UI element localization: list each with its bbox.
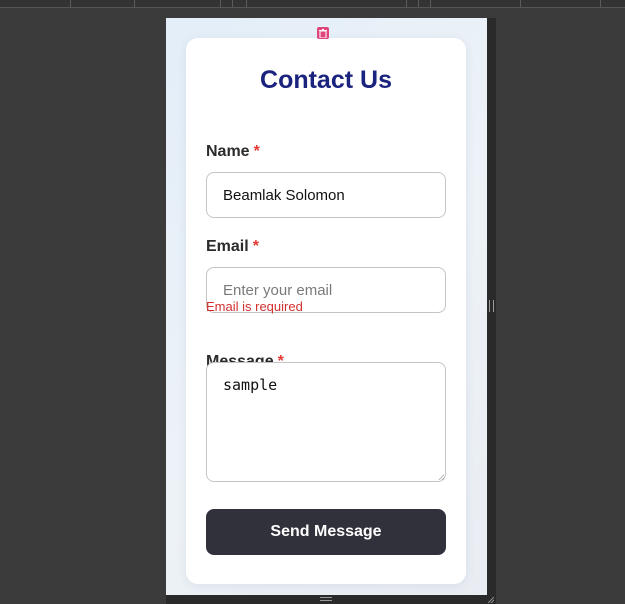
contact-form-card: Contact Us Name* Email* Email is require… — [186, 38, 466, 584]
email-label-text: Email — [206, 238, 249, 255]
right-resize-rail — [487, 18, 496, 595]
ruler-tick — [246, 0, 247, 7]
horizontal-resize-handle-icon[interactable] — [320, 597, 332, 601]
corner-resize-icon[interactable] — [488, 597, 494, 603]
ruler-tick — [600, 0, 601, 7]
bottom-resize-rail — [166, 595, 496, 604]
email-label: Email * — [206, 238, 259, 256]
name-label-text: Name — [206, 143, 250, 160]
vertical-resize-handle-icon[interactable] — [489, 300, 494, 312]
ruler-tick — [406, 0, 407, 7]
name-label: Name * — [206, 143, 260, 161]
ruler-tick — [134, 0, 135, 7]
send-message-button[interactable]: Send Message — [206, 509, 446, 555]
top-ruler — [0, 0, 625, 8]
ruler-tick — [70, 0, 71, 7]
required-asterisk: * — [253, 143, 260, 160]
device-viewport: Contact Us Name* Email* Email is require… — [166, 18, 487, 595]
required-asterisk: * — [252, 238, 259, 255]
delete-badge-icon[interactable] — [317, 27, 329, 39]
ruler-tick — [430, 0, 431, 7]
ruler-tick — [520, 0, 521, 7]
textarea-resize-icon[interactable] — [438, 474, 444, 480]
form-title: Contact Us — [260, 66, 392, 94]
name-field[interactable] — [206, 172, 446, 218]
ruler-tick — [220, 0, 221, 7]
email-error-message: Email is required — [206, 299, 303, 314]
ruler-tick — [232, 0, 233, 7]
message-textarea[interactable]: sample — [206, 362, 446, 482]
ruler-tick — [418, 0, 419, 7]
